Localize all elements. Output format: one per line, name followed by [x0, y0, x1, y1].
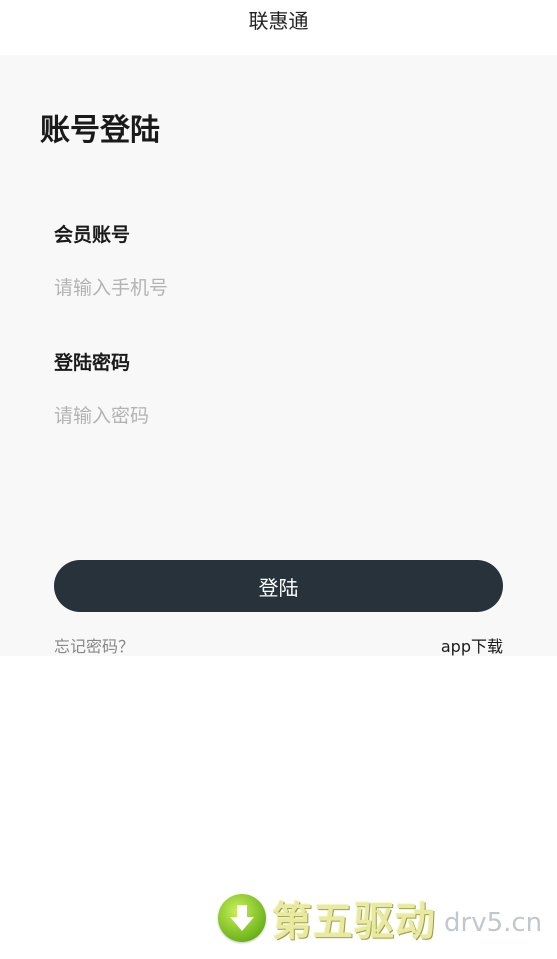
- watermark-logo: 第五驱动 drv5.cn: [218, 890, 542, 946]
- login-panel: 账号登陆 会员账号 登陆密码 登陆 忘记密码？ app下载: [0, 55, 557, 656]
- title-bar: 联惠通: [0, 0, 557, 55]
- login-button[interactable]: 登陆: [54, 560, 503, 612]
- watermark-domain: drv5.cn: [444, 908, 543, 938]
- forgot-password-link[interactable]: 忘记密码？: [54, 633, 134, 657]
- download-arrow-icon: [218, 894, 266, 942]
- account-label: 会员账号: [54, 224, 131, 246]
- watermark-brand: 第五驱动: [272, 899, 436, 945]
- app-download-link[interactable]: app下载: [441, 633, 503, 657]
- page-heading: 账号登陆: [40, 113, 160, 148]
- password-label: 登陆密码: [54, 352, 131, 374]
- phone-input[interactable]: [54, 270, 494, 306]
- password-input[interactable]: [54, 398, 494, 434]
- app-title: 联惠通: [248, 9, 309, 33]
- login-page: 联惠通 账号登陆 会员账号 登陆密码 登陆 忘记密码？ app下载 第五驱动 d…: [0, 0, 557, 959]
